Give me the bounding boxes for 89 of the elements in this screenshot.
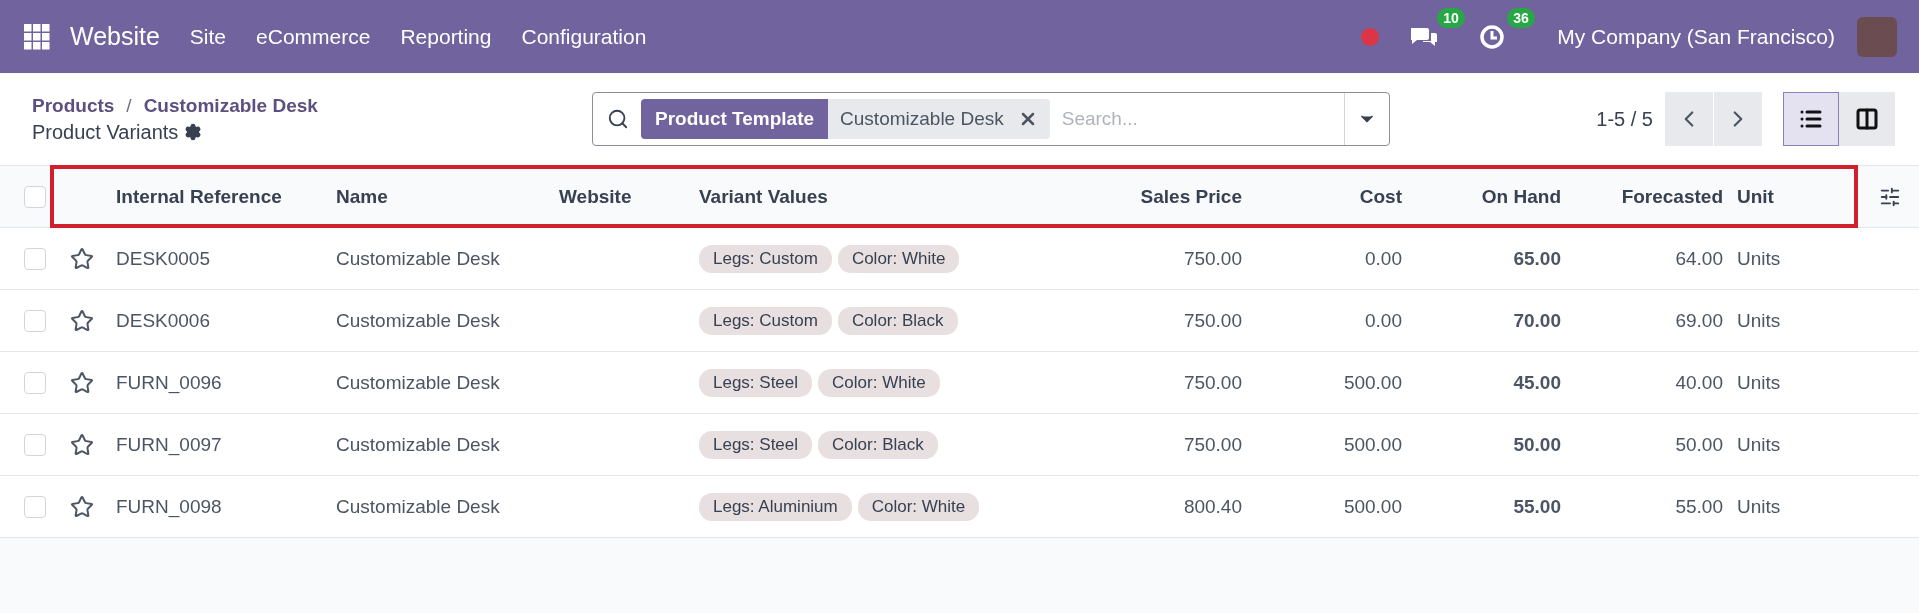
table-cell-text: Units bbox=[1736, 309, 1782, 332]
table-cell-text: Customizable Desk bbox=[336, 371, 501, 394]
table-cell-text: 64.00 bbox=[1674, 247, 1723, 270]
pager-value: 1-5 / 5 bbox=[1596, 107, 1653, 131]
table-cell-text: 45.00 bbox=[1512, 371, 1561, 394]
table-cell-text: 750.00 bbox=[1182, 247, 1242, 270]
app-name[interactable]: Website bbox=[70, 22, 160, 51]
star-icon[interactable] bbox=[70, 494, 94, 519]
table-cell-text: 750.00 bbox=[1182, 433, 1242, 456]
company-switcher[interactable]: My Company (San Francisco) bbox=[1557, 24, 1835, 49]
variant-tag: Legs: Custom bbox=[699, 244, 832, 273]
search-icon bbox=[607, 108, 629, 130]
recording-dot-icon[interactable] bbox=[1361, 27, 1380, 46]
row-checkbox[interactable] bbox=[24, 309, 46, 332]
clock-icon[interactable] bbox=[1479, 23, 1506, 50]
column-header[interactable]: On Hand bbox=[1402, 185, 1561, 208]
list-view-button[interactable] bbox=[1783, 92, 1839, 146]
table-cell-text: 500.00 bbox=[1342, 495, 1402, 518]
table-cell-text: DESK0005 bbox=[116, 247, 211, 270]
column-header[interactable]: Sales Price bbox=[1130, 185, 1242, 208]
variant-tag: Color: Black bbox=[818, 430, 938, 459]
table-cell-text: 750.00 bbox=[1182, 371, 1242, 394]
menu-item[interactable]: Configuration bbox=[521, 24, 647, 49]
table-cell-text: 500.00 bbox=[1342, 433, 1402, 456]
activity-count-badge: 36 bbox=[1507, 7, 1535, 28]
table-cell-text: FURN_0098 bbox=[116, 495, 223, 518]
table-cell-text: 65.00 bbox=[1512, 247, 1561, 270]
variant-tag: Legs: Steel bbox=[699, 430, 813, 459]
row-checkbox[interactable] bbox=[24, 371, 46, 394]
table-cell-text: Customizable Desk bbox=[336, 495, 501, 518]
row-checkbox[interactable] bbox=[24, 433, 46, 456]
variant-tag: Color: White bbox=[818, 368, 940, 397]
column-header[interactable]: Cost bbox=[1242, 185, 1402, 208]
breadcrumb-link[interactable]: Customizable Desk bbox=[143, 94, 318, 117]
row-checkbox[interactable] bbox=[24, 247, 46, 270]
menu-item[interactable]: eCommerce bbox=[256, 24, 371, 49]
column-header[interactable]: Name bbox=[336, 185, 559, 208]
table-cell-text: Customizable Desk bbox=[336, 309, 501, 332]
star-icon[interactable] bbox=[70, 370, 94, 395]
table-cell-text: 0.00 bbox=[1364, 247, 1402, 270]
table-cell-text: 69.00 bbox=[1674, 309, 1723, 332]
app-grid-icon[interactable] bbox=[24, 23, 50, 50]
table-cell-text: 55.00 bbox=[1512, 495, 1561, 518]
variant-tag: Legs: Custom bbox=[699, 306, 832, 335]
menu-item[interactable]: Reporting bbox=[400, 24, 492, 49]
facet-value: Customizable Desk bbox=[828, 99, 1050, 139]
column-header[interactable]: Variant Values bbox=[699, 185, 1130, 208]
table-cell-text: Units bbox=[1736, 247, 1782, 270]
table-cell-text: 500.00 bbox=[1342, 371, 1402, 394]
variant-tag: Legs: Steel bbox=[699, 368, 813, 397]
variant-tag: Color: White bbox=[837, 244, 960, 273]
variant-tag: Color: White bbox=[857, 492, 980, 521]
page-title: Product Variants bbox=[32, 120, 179, 144]
message-count-badge: 10 bbox=[1437, 7, 1465, 28]
column-header[interactable]: Forecasted bbox=[1561, 185, 1723, 208]
table-cell-text: Units bbox=[1736, 371, 1782, 394]
table-cell-text: 55.00 bbox=[1674, 495, 1723, 518]
breadcrumb-link[interactable]: Products bbox=[32, 94, 115, 117]
facet-label: Product Template bbox=[641, 99, 829, 139]
table-cell-text: Units bbox=[1736, 495, 1782, 518]
variant-tag: Color: Black bbox=[837, 306, 958, 335]
table-cell-text: 750.00 bbox=[1182, 309, 1242, 332]
kanban-icon bbox=[1855, 107, 1879, 131]
settings-icon[interactable] bbox=[184, 123, 203, 141]
breadcrumb-separator: / bbox=[126, 94, 132, 117]
table-cell-text: 40.00 bbox=[1674, 371, 1723, 394]
kanban-view-button[interactable] bbox=[1839, 92, 1895, 146]
star-icon[interactable] bbox=[70, 432, 94, 457]
table-cell-text: Units bbox=[1736, 433, 1782, 456]
menu-item[interactable]: Site bbox=[189, 24, 227, 49]
column-header[interactable]: Website bbox=[559, 185, 699, 208]
table-cell-text: FURN_0097 bbox=[116, 433, 223, 456]
table-cell-text: 70.00 bbox=[1512, 309, 1561, 332]
column-header[interactable]: Unit bbox=[1723, 185, 1860, 208]
column-settings-icon[interactable] bbox=[1878, 185, 1901, 208]
star-icon[interactable] bbox=[70, 246, 94, 271]
select-all-checkbox[interactable] bbox=[24, 185, 46, 208]
table-cell-text: Customizable Desk bbox=[336, 247, 501, 270]
column-header[interactable]: Internal Reference bbox=[116, 185, 336, 208]
table-cell-text: DESK0006 bbox=[116, 309, 211, 332]
table-cell-text: Customizable Desk bbox=[336, 433, 501, 456]
variant-tag: Legs: Aluminium bbox=[699, 492, 852, 521]
table-cell-text: 800.40 bbox=[1182, 495, 1242, 518]
table-cell-text: FURN_0096 bbox=[116, 371, 223, 394]
row-checkbox[interactable] bbox=[24, 495, 46, 518]
star-icon[interactable] bbox=[70, 308, 94, 333]
table-cell-text: 50.00 bbox=[1674, 433, 1723, 456]
table-cell-text: 0.00 bbox=[1364, 309, 1402, 332]
table-cell-text: 50.00 bbox=[1512, 433, 1561, 456]
